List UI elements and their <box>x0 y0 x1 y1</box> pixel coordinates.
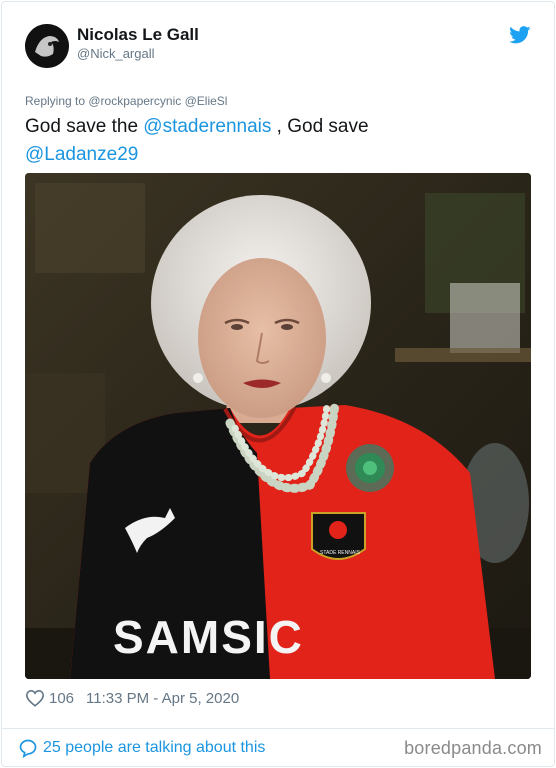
replying-to[interactable]: Replying to @rockpapercynic @ElieSl <box>25 94 227 108</box>
crest-text: STADE RENNAIS <box>320 550 361 556</box>
jersey-sponsor-text: SAMSIC <box>113 611 304 663</box>
mention-staderennais[interactable]: @staderennais <box>143 116 271 137</box>
tweet-photo[interactable]: SAMSIC STADE RENNAIS <box>25 173 531 679</box>
tweet-text-part1: God save the <box>25 116 144 137</box>
author-handle[interactable]: @Nick_argall <box>77 46 155 61</box>
talking-about-link[interactable]: 25 people are talking about this <box>18 737 265 759</box>
like-count[interactable]: 106 <box>49 690 74 707</box>
mention-ladanze29[interactable]: @Ladanze29 <box>25 144 138 165</box>
talking-about-text[interactable]: 25 people are talking about this <box>43 739 265 757</box>
divider <box>1 728 555 729</box>
avatar[interactable] <box>25 24 69 68</box>
tweet-timestamp[interactable]: 11:33 PM - Apr 5, 2020 <box>86 690 239 707</box>
tweet-meta: 106 11:33 PM - Apr 5, 2020 <box>25 687 239 709</box>
twitter-bird-icon[interactable] <box>509 26 531 44</box>
comment-bubble-icon <box>19 739 37 758</box>
author-name[interactable]: Nicolas Le Gall <box>77 25 199 45</box>
watermark: boredpanda.com <box>404 738 542 758</box>
tweet-text-part2: , God save <box>271 116 369 137</box>
heart-icon[interactable] <box>25 689 45 707</box>
tweet-text: God save the @staderennais , God save @La… <box>25 113 525 169</box>
